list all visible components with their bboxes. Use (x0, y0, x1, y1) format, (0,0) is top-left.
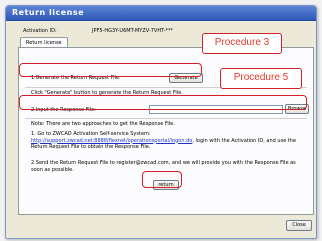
separator (25, 118, 307, 119)
title-bar: Return license (6, 6, 316, 21)
approach1-intro: 1. Go to ZWCAD Activation Self-service S… (31, 131, 151, 137)
window-title: Return license (12, 8, 85, 17)
approach1-text: 1. Go to ZWCAD Activation Self-service S… (31, 131, 307, 151)
procedure3-callout: Procedure 3 (202, 33, 282, 54)
activation-id-label: Activation ID: (23, 28, 57, 34)
activation-id-value: JPF5-HG3Y-U6MT-MYZV-7VHT-*** (92, 28, 173, 34)
note-text: Note: There are two approaches to get th… (31, 121, 175, 127)
return-button-highlight (142, 171, 182, 188)
procedure5-callout: Procedure 5 (220, 68, 302, 89)
support-portal-link[interactable]: http://support.zwcad.net:8888/flexnet/op… (31, 138, 192, 144)
close-button[interactable]: Close (286, 220, 312, 231)
procedure5-highlight (19, 95, 307, 110)
procedure3-highlight (19, 63, 202, 77)
